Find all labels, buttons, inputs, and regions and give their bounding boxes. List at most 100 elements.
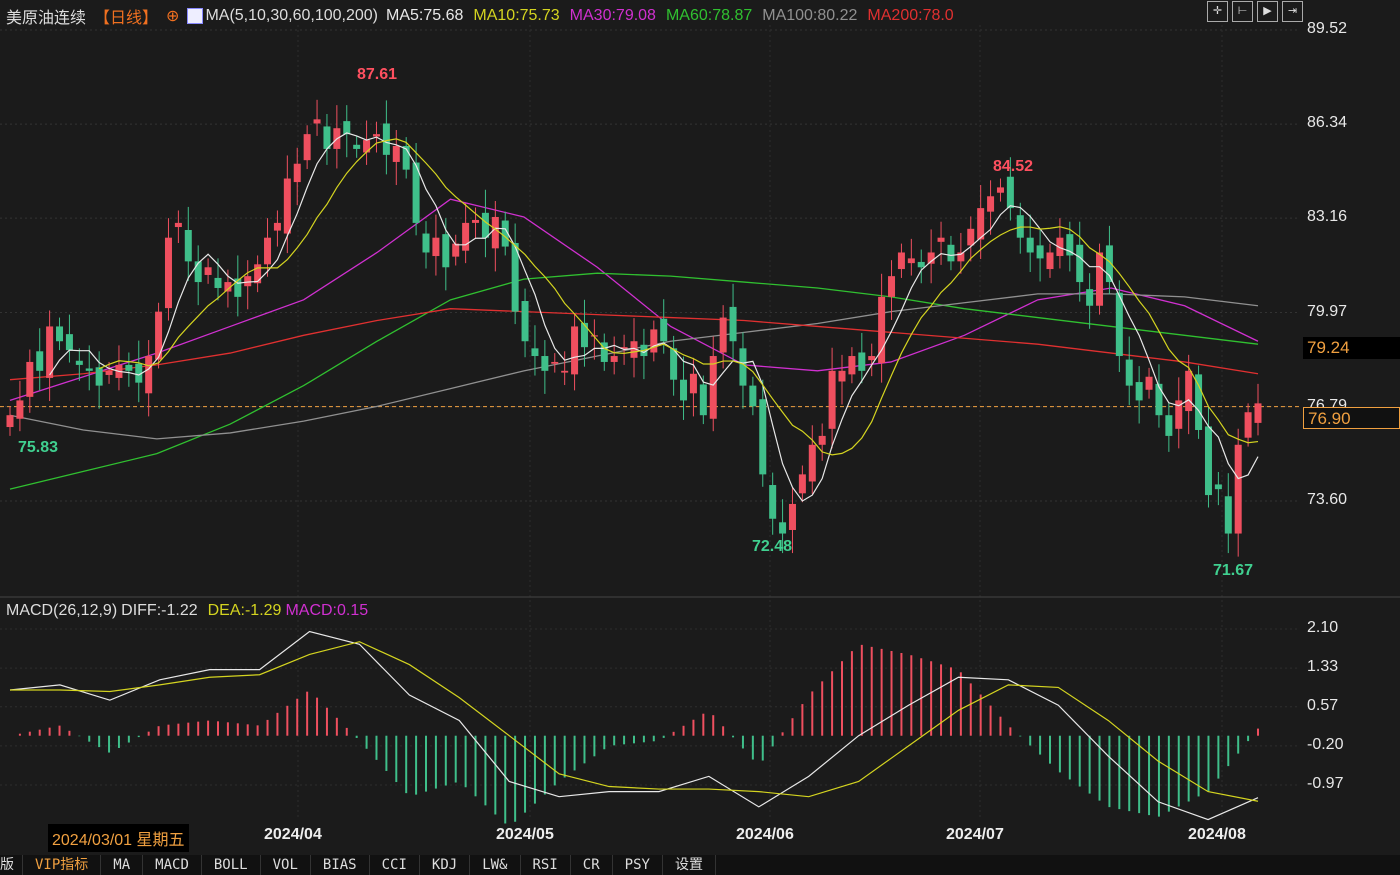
tab-3[interactable]: MACD (143, 855, 202, 875)
goto-latest-icon[interactable]: ⇥ (1282, 1, 1303, 22)
candle-body (967, 228, 975, 246)
candle-body (372, 134, 380, 137)
candle-body (749, 385, 757, 407)
candle-body (610, 356, 618, 362)
macd-tick: 0.57 (1307, 696, 1339, 714)
ma-price-box: 79.24 (1303, 337, 1400, 359)
ma-label-5: MA200:78.0 (867, 7, 954, 24)
candle-body (164, 237, 172, 309)
candle-body (184, 229, 192, 262)
instrument-title: 美原油连续 (6, 10, 87, 27)
candle-body (303, 134, 311, 161)
candle-body (580, 322, 588, 348)
tab-1[interactable]: VIP指标 (23, 855, 102, 875)
candle-body (1046, 252, 1054, 270)
candle-body (838, 370, 846, 382)
chart-toolbar: ✛ ⊢ ▶ ⇥ (1207, 1, 1303, 22)
ma-label-1: MA10:75.73 (473, 7, 560, 24)
macd-tick: -0.20 (1307, 735, 1344, 753)
candle-body (46, 326, 54, 378)
tab-2[interactable]: MA (101, 855, 144, 875)
tab-10[interactable]: RSI (521, 855, 571, 875)
candle-body (293, 163, 301, 183)
candle-body (174, 222, 182, 228)
candle-body (1135, 382, 1143, 401)
candle-body (739, 348, 747, 386)
candle-body (442, 234, 450, 268)
candle-body (1234, 444, 1242, 534)
candle-body (1076, 244, 1084, 283)
candle-body (729, 306, 737, 342)
candle-body (769, 485, 777, 519)
candle-body (660, 318, 668, 342)
tab-6[interactable]: BIAS (311, 855, 370, 875)
candle-body (214, 277, 222, 288)
price-tick: 73.60 (1307, 491, 1348, 508)
tab-11[interactable]: CR (571, 855, 613, 875)
ma-params: MA(5,10,30,60,100,200) (205, 7, 378, 24)
ma-indicator-icon[interactable] (187, 8, 204, 24)
candle-body (264, 237, 272, 265)
zoom-range-icon[interactable]: ⊢ (1232, 1, 1253, 22)
price-annotation-low: 72.48 (752, 538, 793, 555)
crosshair-icon[interactable]: ✛ (1207, 1, 1228, 22)
candle-body (541, 356, 549, 371)
candle-body (244, 276, 252, 287)
candle-body (323, 126, 331, 149)
tab-5[interactable]: VOL (261, 855, 311, 875)
candle-body (798, 474, 806, 494)
tab-12[interactable]: PSY (613, 855, 663, 875)
tab-13[interactable]: 设置 (663, 855, 716, 875)
x-axis-date: 2024/07 (946, 826, 1004, 843)
macd-tick: -0.97 (1307, 775, 1344, 792)
ma-line-ma60 (9, 272, 1259, 490)
candle-body (95, 367, 103, 386)
candle-body (1185, 370, 1193, 412)
candle-body (313, 119, 321, 124)
macd-legend: MACD(26,12,9) DIFF:-1.22 DEA:-1.29 MACD:… (6, 602, 368, 620)
macd-tick: 1.33 (1307, 658, 1339, 676)
candle-body (1036, 245, 1044, 259)
candle-body (699, 384, 707, 416)
price-tick: 86.34 (1307, 114, 1348, 132)
tab-7[interactable]: CCI (370, 855, 420, 875)
tab-9[interactable]: LW& (470, 855, 521, 875)
chart-legend: 美原油连续 【日线】 ⊕ MA(5,10,30,60,100,200) MA5:… (6, 4, 954, 28)
period-label[interactable]: 【日线】 (94, 4, 158, 28)
candle-body (125, 364, 133, 371)
candle-body (1165, 415, 1173, 436)
last-price-box: 76.90 (1303, 407, 1400, 429)
candle-body (26, 361, 34, 397)
candle-body (521, 301, 529, 342)
candle-body (848, 356, 856, 375)
candle-body (719, 317, 727, 353)
candle-body (65, 334, 73, 351)
candle-body (937, 237, 945, 242)
candle-body (491, 216, 499, 249)
price-annotation-high: 84.52 (993, 158, 1034, 175)
candle-body (788, 503, 796, 530)
tab-8[interactable]: KDJ (420, 855, 471, 875)
x-axis-date: 2024/04 (264, 826, 322, 843)
ma-label-4: MA100:80.22 (762, 7, 858, 24)
candle-body (1155, 383, 1163, 416)
candle-body (828, 370, 836, 429)
candle-body (452, 243, 460, 257)
tab-0[interactable]: 版 (0, 855, 23, 875)
candle-body (462, 222, 470, 251)
price-annotation-low: 71.67 (1213, 562, 1254, 579)
candle-body (1145, 376, 1153, 390)
candlestick-chart[interactable] (0, 0, 1400, 875)
add-icon[interactable]: ⊕ (166, 6, 179, 26)
play-icon[interactable]: ▶ (1257, 1, 1278, 22)
candle-body (422, 233, 430, 253)
candle-body (283, 178, 291, 234)
macd-diff: DIFF:-1.22 (121, 602, 198, 619)
macd-value: MACD:0.15 (285, 602, 369, 619)
macd-dea: DEA:-1.29 (207, 602, 282, 619)
candle-body (650, 329, 658, 353)
tab-4[interactable]: BOLL (202, 855, 261, 875)
price-tick: 79.97 (1307, 302, 1348, 320)
candle-body (897, 252, 905, 270)
macd-params: MACD(26,12,9) (6, 602, 118, 619)
